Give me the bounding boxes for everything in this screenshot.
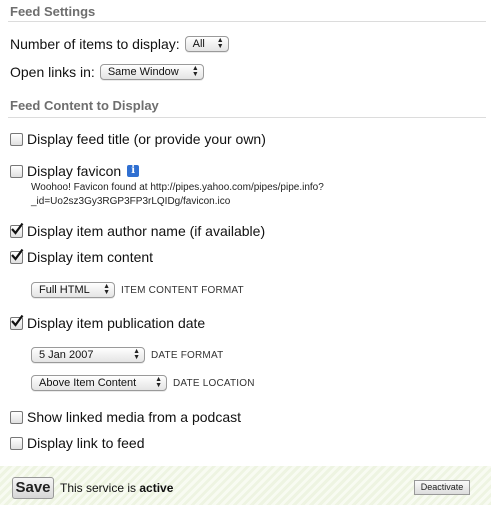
items-to-display-row: Number of items to display: All ▲ ▼ (10, 36, 229, 52)
info-icon[interactable]: i (127, 165, 140, 177)
display-content-label: Display item content (27, 249, 154, 265)
select-arrows-icon: ▲ ▼ (216, 37, 224, 50)
service-status: This service is active (60, 481, 173, 495)
deactivate-button[interactable]: Deactivate (414, 480, 470, 495)
display-title-checkbox[interactable] (10, 132, 23, 146)
date-location-row: Above Item Content ▲ ▼ DATE LOCATION (31, 375, 255, 391)
open-links-label: Open links in: (10, 64, 95, 80)
date-format-caption: DATE FORMAT (151, 349, 224, 361)
checkmark-icon (11, 222, 24, 235)
status-prefix: This service is (60, 481, 137, 495)
feed-content-heading: Feed Content to Display (10, 98, 159, 113)
display-title-row: Display feed title (or provide your own) (10, 131, 266, 147)
select-arrows-icon: ▲ ▼ (191, 65, 199, 78)
date-format-select[interactable]: 5 Jan 2007 ▲ ▼ (31, 347, 145, 363)
content-format-caption: ITEM CONTENT FORMAT (121, 284, 244, 296)
linked-media-label: Show linked media from a podcast (27, 409, 241, 425)
date-location-value: Above Item Content (39, 377, 137, 389)
select-arrows-icon: ▲ ▼ (155, 376, 162, 389)
link-to-feed-checkbox[interactable] (10, 436, 23, 450)
display-favicon-label: Display favicon (27, 163, 122, 179)
display-author-row: Display item author name (if available) (10, 222, 266, 239)
link-to-feed-label: Display link to feed (27, 435, 145, 451)
checkmark-icon (11, 248, 24, 261)
save-button[interactable]: Save (12, 477, 54, 499)
divider (8, 117, 486, 118)
open-links-select[interactable]: Same Window ▲ ▼ (99, 64, 204, 80)
linked-media-checkbox[interactable] (10, 410, 23, 424)
status-value: active (139, 481, 174, 495)
display-author-label: Display item author name (if available) (27, 223, 266, 239)
checkmark-icon (11, 314, 24, 327)
favicon-note: Woohoo! Favicon found at http://pipes.ya… (31, 181, 324, 209)
display-pubdate-checkbox[interactable] (10, 314, 24, 330)
display-title-label: Display feed title (or provide your own) (27, 131, 266, 147)
display-content-row: Display item content (10, 248, 154, 265)
content-format-select[interactable]: Full HTML ▲ ▼ (31, 282, 115, 298)
display-pubdate-row: Display item publication date (10, 314, 206, 331)
date-format-row: 5 Jan 2007 ▲ ▼ DATE FORMAT (31, 347, 223, 363)
items-to-display-select[interactable]: All ▲ ▼ (184, 36, 229, 52)
display-author-checkbox[interactable] (10, 222, 24, 238)
feed-settings-heading: Feed Settings (10, 4, 96, 19)
items-to-display-label: Number of items to display: (10, 36, 180, 52)
display-favicon-row: Display favicon i (10, 163, 140, 179)
content-format-value: Full HTML (39, 284, 90, 296)
display-favicon-checkbox[interactable] (10, 164, 23, 178)
open-links-row: Open links in: Same Window ▲ ▼ (10, 64, 204, 80)
display-pubdate-label: Display item publication date (27, 315, 206, 331)
divider (8, 21, 486, 22)
favicon-note-line1: Woohoo! Favicon found at http://pipes.ya… (31, 182, 324, 193)
items-to-display-value: All (192, 38, 205, 50)
display-content-checkbox[interactable] (10, 248, 24, 264)
date-format-value: 5 Jan 2007 (39, 349, 94, 361)
select-arrows-icon: ▲ ▼ (133, 348, 140, 361)
open-links-value: Same Window (107, 66, 179, 78)
content-format-row: Full HTML ▲ ▼ ITEM CONTENT FORMAT (31, 282, 244, 298)
linked-media-row: Show linked media from a podcast (10, 409, 241, 425)
select-arrows-icon: ▲ ▼ (103, 283, 110, 296)
favicon-note-line2: _id=Uo2sz3Gy3RGP3FP3rLQIDg/favicon.ico (31, 196, 231, 207)
date-location-caption: DATE LOCATION (173, 377, 255, 389)
date-location-select[interactable]: Above Item Content ▲ ▼ (31, 375, 167, 391)
link-to-feed-row: Display link to feed (10, 435, 145, 451)
